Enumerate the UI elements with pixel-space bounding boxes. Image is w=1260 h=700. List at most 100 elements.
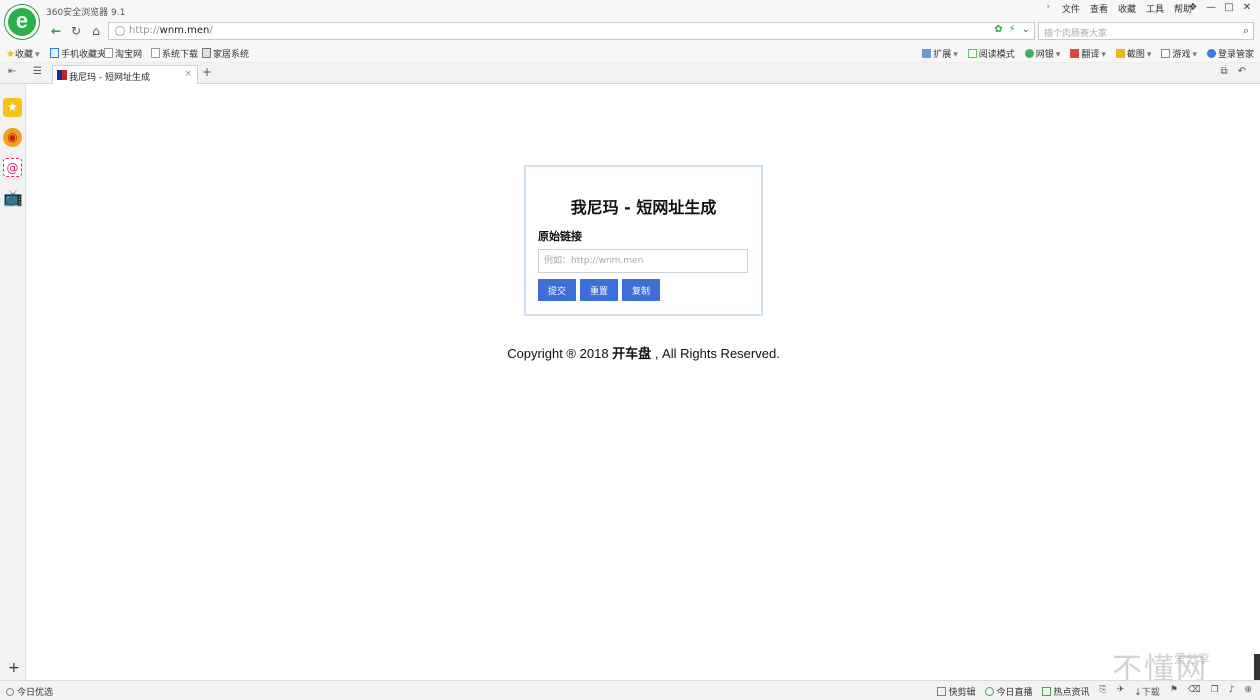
bookmark-item[interactable]: 家居系统 <box>202 47 249 60</box>
tab-active[interactable]: 我尼玛 - 短网址生成 × <box>52 65 198 84</box>
star-icon: ★ <box>6 49 15 60</box>
pin-icon[interactable]: ✈ <box>1117 685 1125 698</box>
address-path: / <box>209 25 213 36</box>
status-label: 今日直播 <box>996 688 1033 698</box>
menu-file[interactable]: 文件 <box>1062 2 1080 15</box>
bookmark-favorites[interactable]: ★收藏 ▾ <box>6 47 40 60</box>
tool-label: 翻译 <box>1081 50 1100 60</box>
page-icon <box>151 48 160 58</box>
undo-close-icon[interactable]: ↶ <box>1238 66 1246 77</box>
chevron-down-icon[interactable]: ▾ <box>1147 50 1152 60</box>
mail-icon[interactable]: @ <box>3 158 22 177</box>
bookmark-item[interactable]: 淘宝网 <box>104 47 142 60</box>
tool-extensions[interactable]: 扩展 ▾ <box>922 47 958 60</box>
news-icon <box>1042 687 1052 696</box>
speed-mode-icon[interactable]: ⚡ <box>1009 24 1016 35</box>
navigation-bar: ← ↻ ⌂ http://wnm.men/ ✿ ⚡ ⌄ 插个肉肠赛大家 ⌕ <box>0 20 1260 42</box>
search-input[interactable]: 插个肉肠赛大家 <box>1044 26 1107 39</box>
menu-favorites[interactable]: 收藏 <box>1118 2 1136 15</box>
original-link-input[interactable] <box>538 249 748 273</box>
submit-button[interactable]: 提交 <box>538 279 576 301</box>
new-tab-button[interactable]: + <box>202 65 212 79</box>
address-protocol: http:// <box>129 25 160 36</box>
chevron-down-icon[interactable]: ▾ <box>35 50 40 60</box>
left-sidebar: ★ ◉ @ 📺 + <box>0 84 26 680</box>
tool-label: 阅读模式 <box>978 50 1015 60</box>
tool-label: 网银 <box>1035 50 1054 60</box>
download-label: 下载 <box>1141 688 1160 698</box>
address-text[interactable]: http://wnm.men/ <box>129 25 213 36</box>
chevron-right-icon[interactable]: › <box>1046 2 1050 15</box>
close-tab-icon[interactable]: × <box>184 69 192 79</box>
chevron-down-icon[interactable]: ⌄ <box>1022 24 1030 35</box>
tool-bank[interactable]: 网银 ▾ <box>1024 47 1061 60</box>
zoom-icon[interactable]: ⊕ <box>1244 685 1252 698</box>
menu-tools[interactable]: 工具 <box>1146 2 1164 15</box>
tool-label: 登录管家 <box>1217 50 1254 60</box>
tool-login-manager[interactable]: 登录管家 <box>1206 47 1254 60</box>
toolbar-extensions: 扩展 ▾ 阅读模式 网银 ▾ 翻译 ▾ 截图 ▾ 游戏 ▾ 登录管家 <box>922 47 1254 60</box>
tool-label: 扩展 <box>933 50 952 60</box>
search-icon[interactable]: ⌕ <box>1243 24 1249 38</box>
tool-reading-mode[interactable]: 阅读模式 <box>967 47 1015 60</box>
weibo-icon[interactable]: ◉ <box>3 128 22 147</box>
security-shield-icon[interactable]: ✿ <box>994 24 1002 35</box>
download-status[interactable]: ↓下载 <box>1134 685 1160 698</box>
reset-button[interactable]: 重置 <box>580 279 618 301</box>
translate-icon <box>1070 49 1080 58</box>
site-info-icon[interactable] <box>115 26 125 36</box>
status-quick-edit[interactable]: 快剪辑 <box>937 685 975 698</box>
mute-icon[interactable]: ♪ <box>1229 685 1235 698</box>
address-bar[interactable]: http://wnm.men/ ✿ ⚡ ⌄ <box>108 22 1035 40</box>
tab-title: 我尼玛 - 短网址生成 <box>69 73 150 83</box>
skin-icon[interactable]: ❖ <box>1184 0 1202 16</box>
minimize-button[interactable]: — <box>1202 0 1220 16</box>
bookmark-item[interactable]: 手机收藏夹 <box>50 47 106 60</box>
chevron-down-icon[interactable]: ▾ <box>1192 50 1197 60</box>
add-sidebar-item-icon[interactable]: + <box>8 660 20 676</box>
status-hot-news[interactable]: 热点资讯 <box>1042 685 1090 698</box>
bookmarks-bar: ★收藏 ▾ 手机收藏夹 淘宝网 系统下载 家居系统 扩展 ▾ 阅读模式 网银 ▾ 翻译… <box>0 42 1260 63</box>
home-icon[interactable]: ⌂ <box>88 23 104 39</box>
bookmark-item[interactable]: 系统下载 <box>151 47 198 60</box>
image-icon <box>202 48 211 58</box>
site-favicon-icon <box>57 70 67 80</box>
copyright-brand: 开车盘 <box>612 346 652 361</box>
address-host: wnm.men <box>159 25 210 36</box>
tool-label: 截图 <box>1126 50 1145 60</box>
chevron-down-icon[interactable]: ▾ <box>1101 50 1106 60</box>
tab-list-icon[interactable]: ☰ <box>33 66 42 77</box>
search-box[interactable]: 插个肉肠赛大家 ⌕ <box>1038 22 1254 40</box>
reload-icon[interactable]: ↻ <box>68 23 84 39</box>
clean-icon[interactable]: ⌫ <box>1188 685 1201 698</box>
copyright-text: Copyright ® 2018 开车盘 , All Rights Reserv… <box>27 343 1260 362</box>
tool-screenshot[interactable]: 截图 ▾ <box>1115 47 1152 60</box>
tab-bar-actions: ⧉ ↶ <box>1220 66 1246 77</box>
page-icon[interactable]: ⎘ <box>1100 685 1107 698</box>
copyright-suffix: , All Rights Reserved. <box>654 346 780 361</box>
tool-translate[interactable]: 翻译 ▾ <box>1070 47 1106 60</box>
bookmark-favorites-label: 收藏 <box>14 50 33 60</box>
window-icon[interactable]: ❐ <box>1211 685 1219 698</box>
tv-icon[interactable]: 📺 <box>3 188 23 207</box>
title-bar: e 360安全浏览器 9.1 › 文件 查看 收藏 工具 帮助 ❖ — □ ✕ <box>0 0 1260 39</box>
close-window-button[interactable]: ✕ <box>1238 0 1256 16</box>
collapse-sidebar-icon[interactable]: ⇤ <box>8 66 16 77</box>
flag-icon[interactable]: ⚑ <box>1170 685 1178 698</box>
maximize-button[interactable]: □ <box>1220 0 1238 16</box>
form-buttons: 提交 重置 复制 <box>538 279 660 301</box>
restore-tabs-icon[interactable]: ⧉ <box>1220 66 1227 77</box>
chevron-down-icon[interactable]: ▾ <box>953 50 958 60</box>
live-icon <box>985 687 995 696</box>
status-live[interactable]: 今日直播 <box>985 685 1032 698</box>
copy-button[interactable]: 复制 <box>622 279 660 301</box>
original-link-label: 原始链接 <box>538 230 582 243</box>
today-picks[interactable]: 今日优选 <box>6 685 53 698</box>
chevron-down-icon[interactable]: ▾ <box>1056 50 1061 60</box>
favorites-star-icon[interactable]: ★ <box>3 98 22 117</box>
bookmark-label: 家居系统 <box>213 50 250 60</box>
copyright-prefix: Copyright ® 2018 <box>507 346 609 361</box>
menu-view[interactable]: 查看 <box>1090 2 1108 15</box>
back-arrow-icon[interactable]: ← <box>48 23 64 39</box>
tool-games[interactable]: 游戏 ▾ <box>1161 47 1197 60</box>
